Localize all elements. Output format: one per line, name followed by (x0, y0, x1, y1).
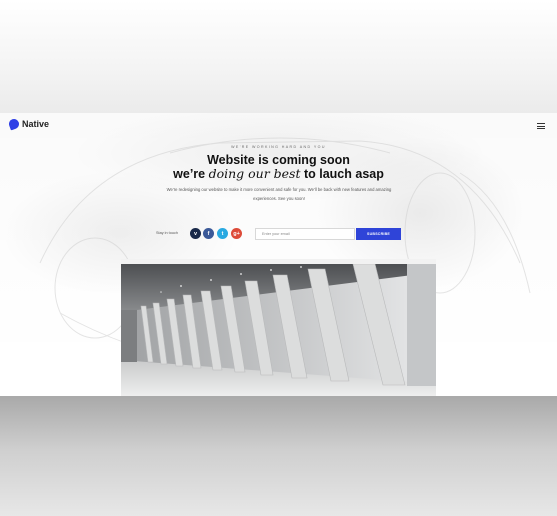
vimeo-icon[interactable]: v (190, 228, 201, 239)
email-placeholder: Enter your email (262, 232, 290, 236)
hero-description: We’re redesigning our website to make it… (166, 187, 392, 201)
email-input[interactable]: Enter your email (255, 228, 355, 240)
subscribe-button[interactable]: SUBSCRIBE (356, 228, 401, 240)
hero-headline: Website is coming soon we’re doing our b… (0, 154, 557, 181)
hero-kicker: WE'RE WORKING HARD AND YOU (231, 145, 326, 149)
google-plus-icon[interactable]: g+ (231, 228, 242, 239)
headline-emphasis: doing our best (208, 166, 301, 181)
twitter-icon[interactable]: t (217, 228, 228, 239)
headline-line-2: we’re doing our best to lauch asap (0, 167, 557, 181)
headline-suffix: to lauch asap (300, 167, 384, 181)
headline-prefix: we’re (173, 167, 209, 181)
google-plus-glyph: g+ (233, 230, 240, 237)
facebook-glyph: f (207, 230, 210, 237)
stay-in-touch-label: Stay in touch (156, 231, 178, 235)
logo-mark-icon (7, 117, 21, 131)
twitter-glyph: t (221, 230, 224, 237)
vimeo-glyph: v (193, 230, 198, 237)
facebook-icon[interactable]: f (203, 228, 214, 239)
site-logo[interactable]: Native (7, 117, 50, 131)
architecture-hero-image (121, 264, 436, 396)
landing-page: Native WE'RE WORKING HARD AND YOU Websit… (0, 113, 557, 396)
top-background-band (0, 0, 557, 113)
bottom-background-band (0, 396, 557, 516)
logo-text: Native (22, 119, 50, 129)
hamburger-icon[interactable] (537, 123, 545, 131)
